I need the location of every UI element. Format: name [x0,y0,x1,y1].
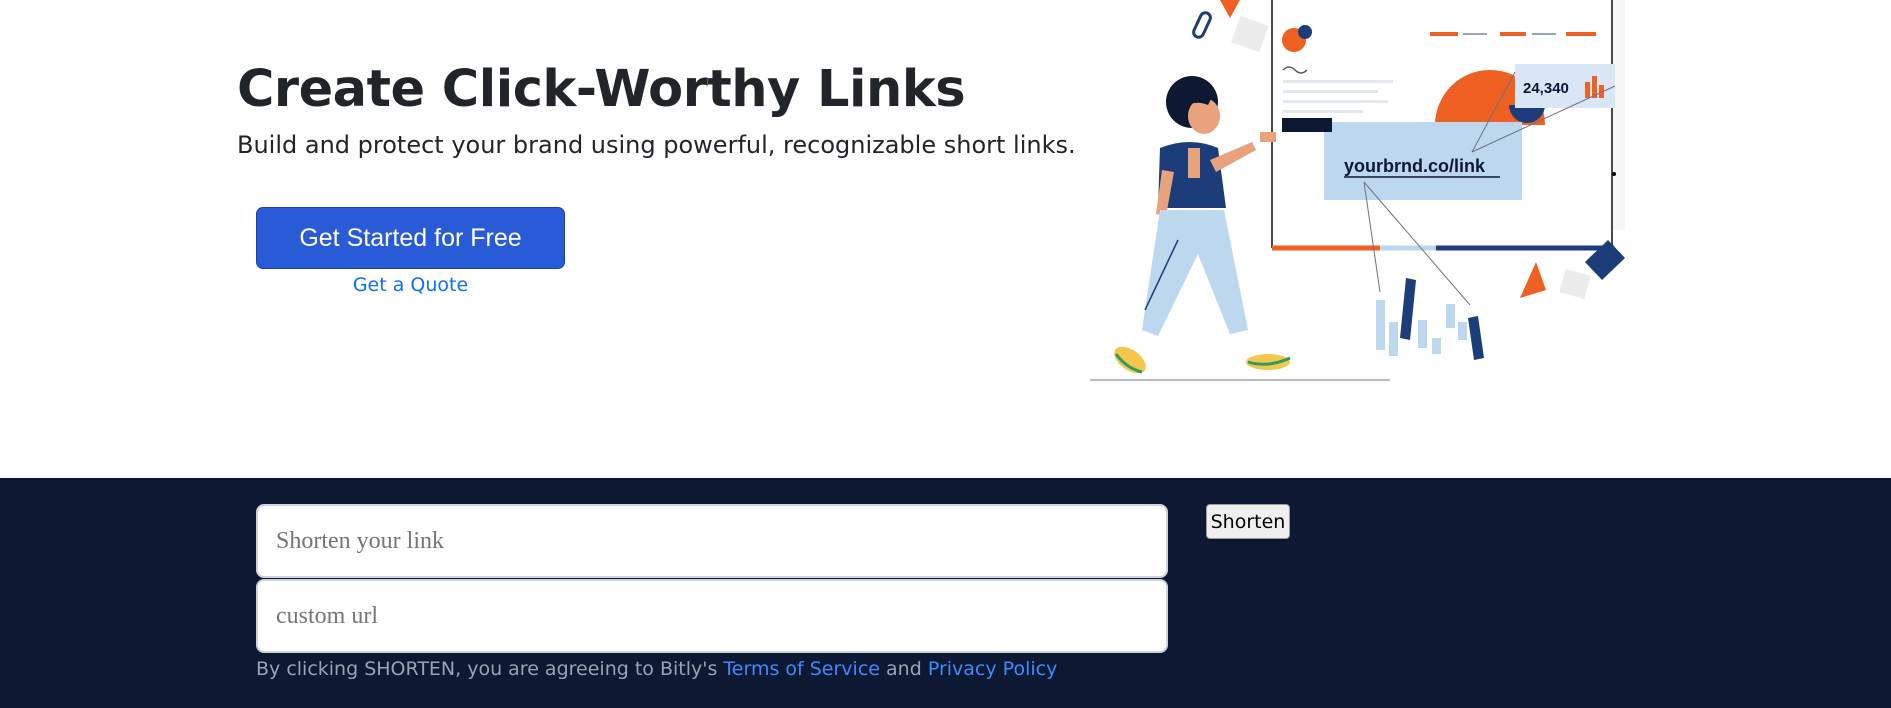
long-url-input[interactable] [256,504,1168,578]
custom-url-input[interactable] [256,579,1168,653]
privacy-policy-link[interactable]: Privacy Policy [928,658,1057,680]
get-quote-link[interactable]: Get a Quote [256,274,565,296]
terms-notice: By clicking SHORTEN, you are agreeing to… [256,658,1057,680]
hero-section: Create Click-Worthy Links Build and prot… [0,0,1891,478]
paperclip-icon [1192,11,1212,39]
terms-of-service-link[interactable]: Terms of Service [723,658,880,680]
link-shortener-section: Shorten By clicking SHORTEN, you are agr… [0,478,1891,708]
terms-prefix: By clicking SHORTEN, you are agreeing to… [256,658,718,680]
click-count-label: 24,340 [1523,80,1569,97]
get-started-button[interactable]: Get Started for Free [256,207,565,269]
terms-and: and [886,658,922,680]
hero-subtitle: Build and protect your brand using power… [237,131,1076,159]
hero-title: Create Click-Worthy Links [237,60,966,119]
shorten-button[interactable]: Shorten [1206,504,1290,539]
hero-illustration: 24,340 yourbrnd.co/link [1090,0,1625,381]
short-link-text: yourbrnd.co/link [1344,156,1486,176]
